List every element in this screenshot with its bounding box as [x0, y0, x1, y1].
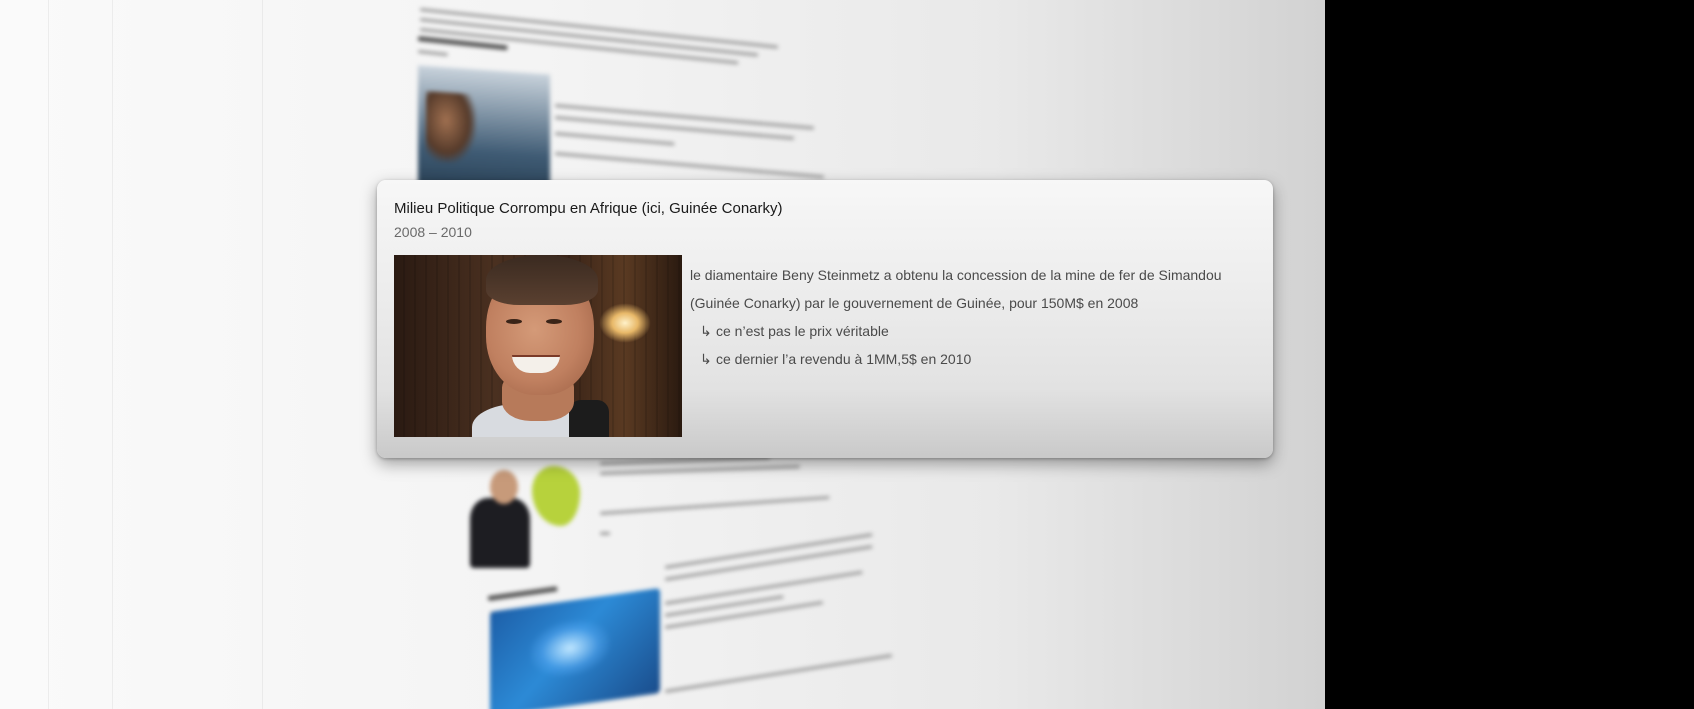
- blurred-text-line: [599, 465, 800, 475]
- blurred-text-line: [554, 132, 675, 146]
- blurred-sea-image: [418, 65, 550, 193]
- blurred-text-line: [554, 152, 825, 179]
- blurred-text-line: [664, 600, 824, 629]
- return-arrow-icon: ↳: [700, 323, 712, 339]
- bullet-item: ↳ ce n’est pas le prix véritable: [690, 317, 1250, 345]
- timeline-page: Milieu Politique Corrompu en Afrique (ic…: [0, 0, 1325, 709]
- event-description: le diamentaire Beny Steinmetz a obtenu l…: [690, 261, 1250, 373]
- event-period: 2008 – 2010: [394, 224, 472, 240]
- bullet-text: ce dernier l’a revendu à 1MM,5$ en 2010: [716, 351, 972, 367]
- blurred-man-africa-image: [462, 458, 587, 573]
- bullet-text: ce n’est pas le prix véritable: [716, 323, 889, 339]
- blurred-text-line: [600, 532, 610, 535]
- blurred-card-image: [490, 588, 660, 709]
- black-margin: [1325, 0, 1694, 709]
- return-arrow-icon: ↳: [700, 351, 712, 367]
- portrait-photo-icon: [394, 255, 682, 437]
- event-title: Milieu Politique Corrompu en Afrique (ic…: [394, 200, 783, 217]
- event-card[interactable]: Milieu Politique Corrompu en Afrique (ic…: [377, 180, 1273, 458]
- blurred-text-line: [417, 50, 448, 57]
- blurred-text-line: [664, 654, 893, 693]
- bullet-item: ↳ ce dernier l’a revendu à 1MM,5$ en 2010: [690, 345, 1250, 373]
- blurred-heading: [487, 586, 558, 601]
- description-line: (Guinée Conarky) par le gouvernement de …: [690, 295, 1139, 311]
- description-line: le diamentaire Beny Steinmetz a obtenu l…: [690, 267, 1222, 283]
- blurred-text-line: [599, 495, 830, 515]
- blurred-text-line: [554, 104, 815, 130]
